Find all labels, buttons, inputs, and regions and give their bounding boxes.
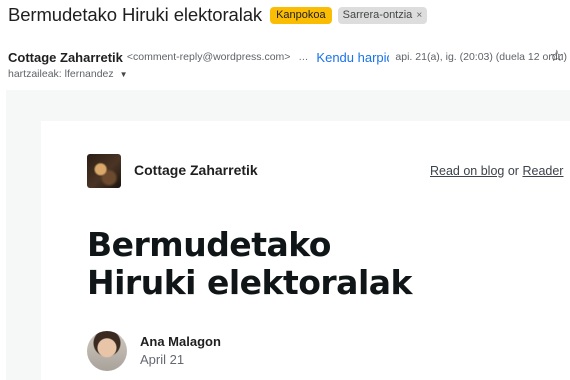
remove-label-icon[interactable]: × — [416, 8, 422, 23]
inbox-label-text: Sarrera-ontzia — [342, 8, 413, 21]
recipients-dropdown-icon[interactable]: ▼ — [120, 70, 128, 79]
read-links: Read on blog or Reader — [430, 164, 563, 178]
read-on-blog-link[interactable]: Read on blog — [430, 164, 504, 178]
author-name: Ana Malagon — [140, 334, 221, 349]
recipients-row: hartzaileak: lfernandez ▼ — [8, 68, 128, 80]
external-label[interactable]: Kanpokoa — [270, 6, 332, 24]
separator: … — [298, 51, 309, 63]
or-text: or — [507, 164, 519, 178]
sender-row: Cottage Zaharretik <comment-reply@wordpr… — [8, 46, 568, 66]
blog-name[interactable]: Cottage Zaharretik — [134, 162, 258, 178]
post-date: April 21 — [140, 352, 185, 367]
unsubscribe-link[interactable]: Kendu harpidetza — [316, 50, 389, 65]
inbox-label[interactable]: Sarrera-ontzia × — [337, 6, 428, 24]
post-title-line-1: Bermudetako — [87, 225, 331, 264]
reader-link[interactable]: Reader — [522, 164, 563, 178]
sender-name[interactable]: Cottage Zaharretik — [8, 50, 123, 65]
email-subject-row: Bermudetako Hiruki elektoralak Kanpokoa … — [8, 3, 428, 27]
author-avatar[interactable] — [87, 331, 127, 371]
email-date: api. 21(a), ig. (20:03) (duela 12 ordu) — [395, 51, 568, 63]
star-icon[interactable]: ☆ — [550, 46, 564, 66]
post-title-line-2: Hiruki elektoralak — [87, 263, 412, 302]
post-title[interactable]: Bermudetako Hiruki elektoralak — [87, 226, 412, 302]
email-subject: Bermudetako Hiruki elektoralak — [8, 4, 263, 25]
sender-email: <comment-reply@wordpress.com> — [126, 51, 291, 63]
blog-avatar[interactable] — [87, 154, 121, 188]
recipients-text: hartzaileak: lfernandez — [8, 68, 114, 80]
